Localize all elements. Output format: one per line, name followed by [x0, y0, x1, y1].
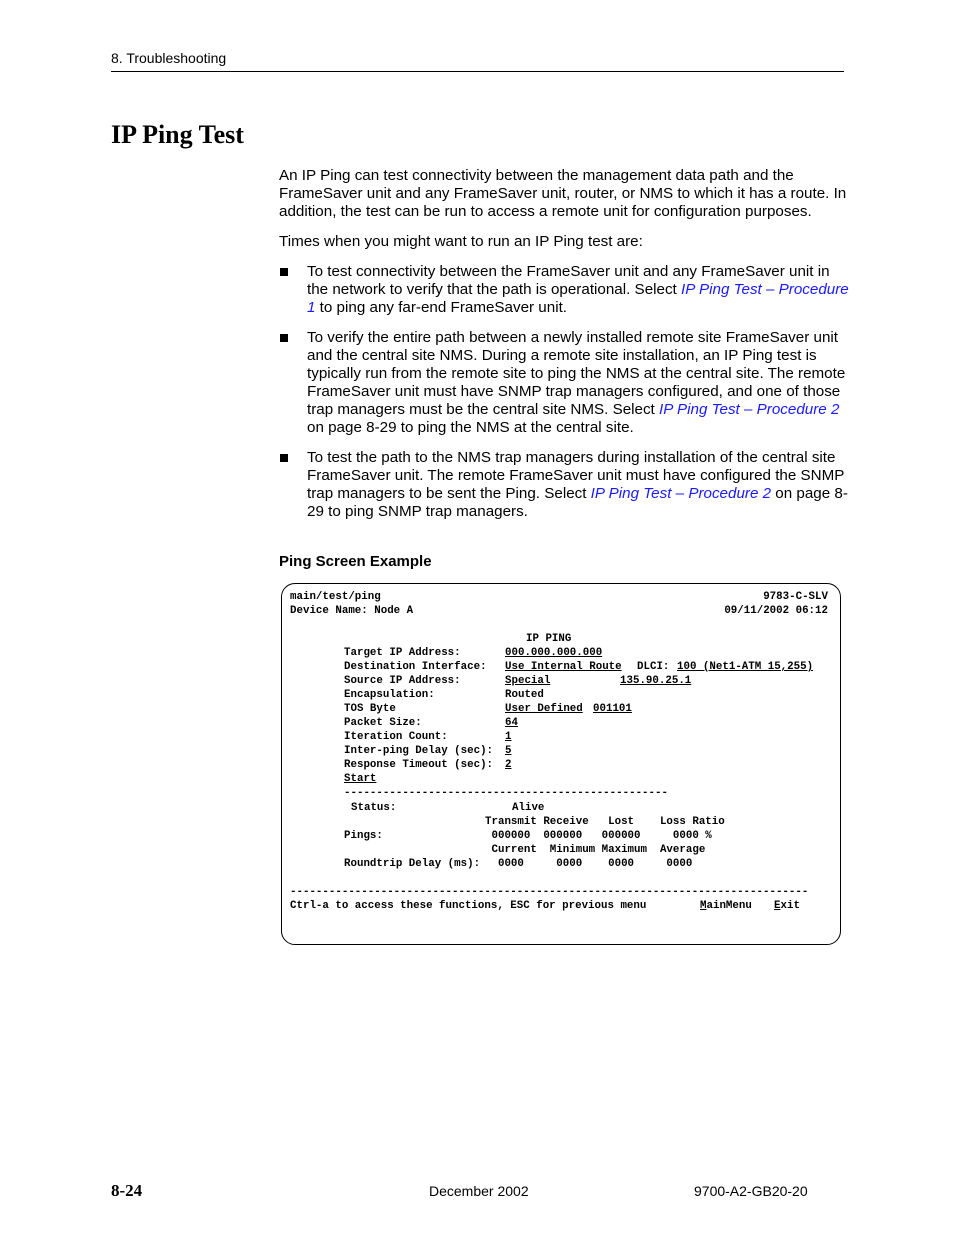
separator-short: ----------------------------------------…: [344, 787, 668, 799]
main-menu-button[interactable]: MainMenu: [700, 899, 752, 913]
start-button[interactable]: Start: [344, 772, 376, 786]
pings-label: Pings:: [344, 830, 383, 842]
target-ip-field[interactable]: 000.000.000.000: [505, 646, 602, 660]
status-value: Alive: [512, 802, 545, 814]
ping-screen-example-heading: Ping Screen Example: [279, 553, 432, 570]
source-ip-label: Source IP Address:: [344, 675, 461, 687]
list-item: To test connectivity between the FrameSa…: [279, 263, 849, 317]
intro-paragraph: An IP Ping can test connectivity between…: [279, 167, 847, 220]
document-number: 9700-A2-GB20-20: [694, 1183, 808, 1199]
header-rule: [111, 71, 844, 72]
device-name: Device Name: Node A: [290, 605, 414, 617]
packet-size-field[interactable]: 64: [505, 716, 518, 730]
tos-bits-field[interactable]: 001101: [593, 702, 632, 716]
roundtrip-delay-values: 0000 0000 0000 0000: [485, 858, 693, 870]
pings-header: Transmit Receive Lost Loss Ratio: [485, 816, 725, 828]
dlci-label: DLCI:: [637, 661, 670, 673]
packet-size-label: Packet Size:: [344, 717, 422, 729]
iteration-count-label: Iteration Count:: [344, 731, 448, 743]
exit-button[interactable]: Exit: [774, 899, 800, 913]
roundtrip-delay-label: Roundtrip Delay (ms):: [344, 858, 481, 870]
source-ip-field[interactable]: Special: [505, 674, 550, 688]
target-ip-label: Target IP Address:: [344, 647, 461, 659]
body-column: An IP Ping can test connectivity between…: [279, 167, 849, 533]
datetime: 09/11/2002 06:12: [724, 605, 828, 617]
procedure-2-link[interactable]: IP Ping Test – Procedure 2: [659, 401, 839, 418]
ping-screen: main/test/ping 9783-C-SLV Device Name: N…: [281, 583, 841, 945]
tos-byte-label: TOS Byte: [344, 703, 396, 715]
encapsulation-value: Routed: [505, 689, 544, 701]
response-timeout-field[interactable]: 2: [505, 758, 511, 772]
destination-interface-label: Destination Interface:: [344, 661, 487, 673]
model-number: 9783-C-SLV: [763, 591, 828, 603]
square-bullet-icon: [280, 334, 288, 342]
screen-title: IP PING: [526, 633, 572, 645]
status-label: Status:: [351, 802, 397, 814]
separator-long: ----------------------------------------…: [290, 886, 809, 898]
page-title: IP Ping Test: [111, 120, 244, 149]
running-header: 8. Troubleshooting: [111, 50, 227, 66]
list-item: To verify the entire path between a newl…: [279, 329, 849, 437]
page-number: 8-24: [111, 1181, 143, 1200]
pings-values: 000000 000000 000000 0000 %: [485, 830, 712, 842]
response-timeout-label: Response Timeout (sec):: [344, 759, 494, 771]
use-case-list: To test connectivity between the FrameSa…: [279, 263, 849, 521]
tos-byte-field[interactable]: User Defined: [505, 702, 583, 716]
square-bullet-icon: [280, 454, 288, 462]
delay-header: Current Minimum Maximum Average: [485, 844, 706, 856]
publication-date: December 2002: [429, 1183, 529, 1199]
iteration-count-field[interactable]: 1: [505, 730, 511, 744]
lead-in-paragraph: Times when you might want to run an IP P…: [279, 233, 643, 250]
square-bullet-icon: [280, 268, 288, 276]
help-text: Ctrl-a to access these functions, ESC fo…: [290, 900, 647, 912]
screen-path: main/test/ping: [290, 591, 381, 603]
list-item: To test the path to the NMS trap manager…: [279, 449, 849, 521]
procedure-2-link[interactable]: IP Ping Test – Procedure 2: [591, 485, 771, 502]
destination-interface-field[interactable]: Use Internal Route: [505, 660, 622, 674]
dlci-field[interactable]: 100 (Net1-ATM 15,255): [677, 660, 813, 674]
encapsulation-label: Encapsulation:: [344, 689, 435, 701]
inter-ping-delay-field[interactable]: 5: [505, 744, 511, 758]
source-ip-address-field[interactable]: 135.90.25.1: [620, 674, 691, 688]
inter-ping-delay-label: Inter-ping Delay (sec):: [344, 745, 494, 757]
